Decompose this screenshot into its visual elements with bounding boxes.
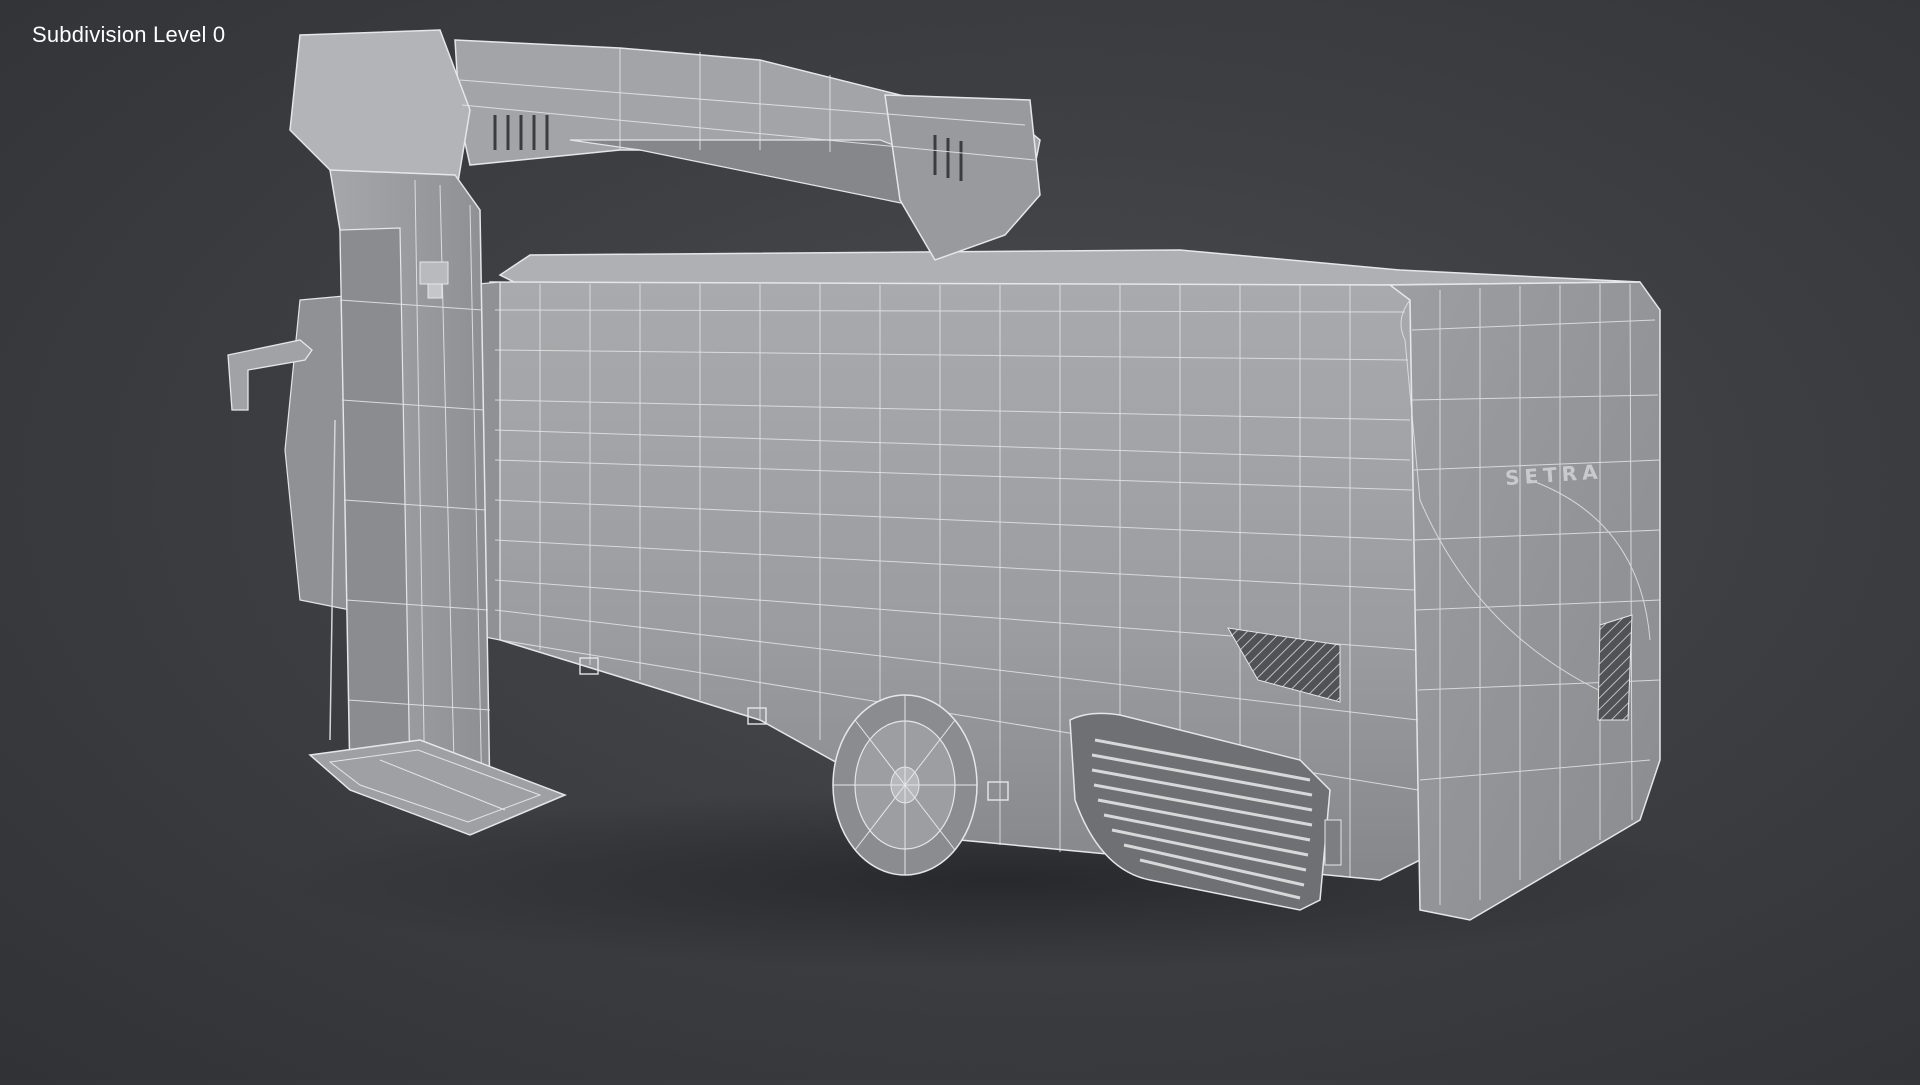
bus-rear-face bbox=[1387, 281, 1661, 921]
rear-wheel bbox=[832, 694, 978, 876]
3d-viewport[interactable]: SETRA Subdivision Level 0 bbox=[0, 0, 1920, 1080]
subdivision-level-label: Subdivision Level 0 bbox=[32, 22, 226, 47]
rear-vent-right bbox=[1597, 614, 1633, 721]
scene-render: SETRA bbox=[227, 29, 1720, 970]
bus-roof bbox=[498, 249, 1641, 286]
rear-lamp bbox=[1324, 819, 1342, 866]
